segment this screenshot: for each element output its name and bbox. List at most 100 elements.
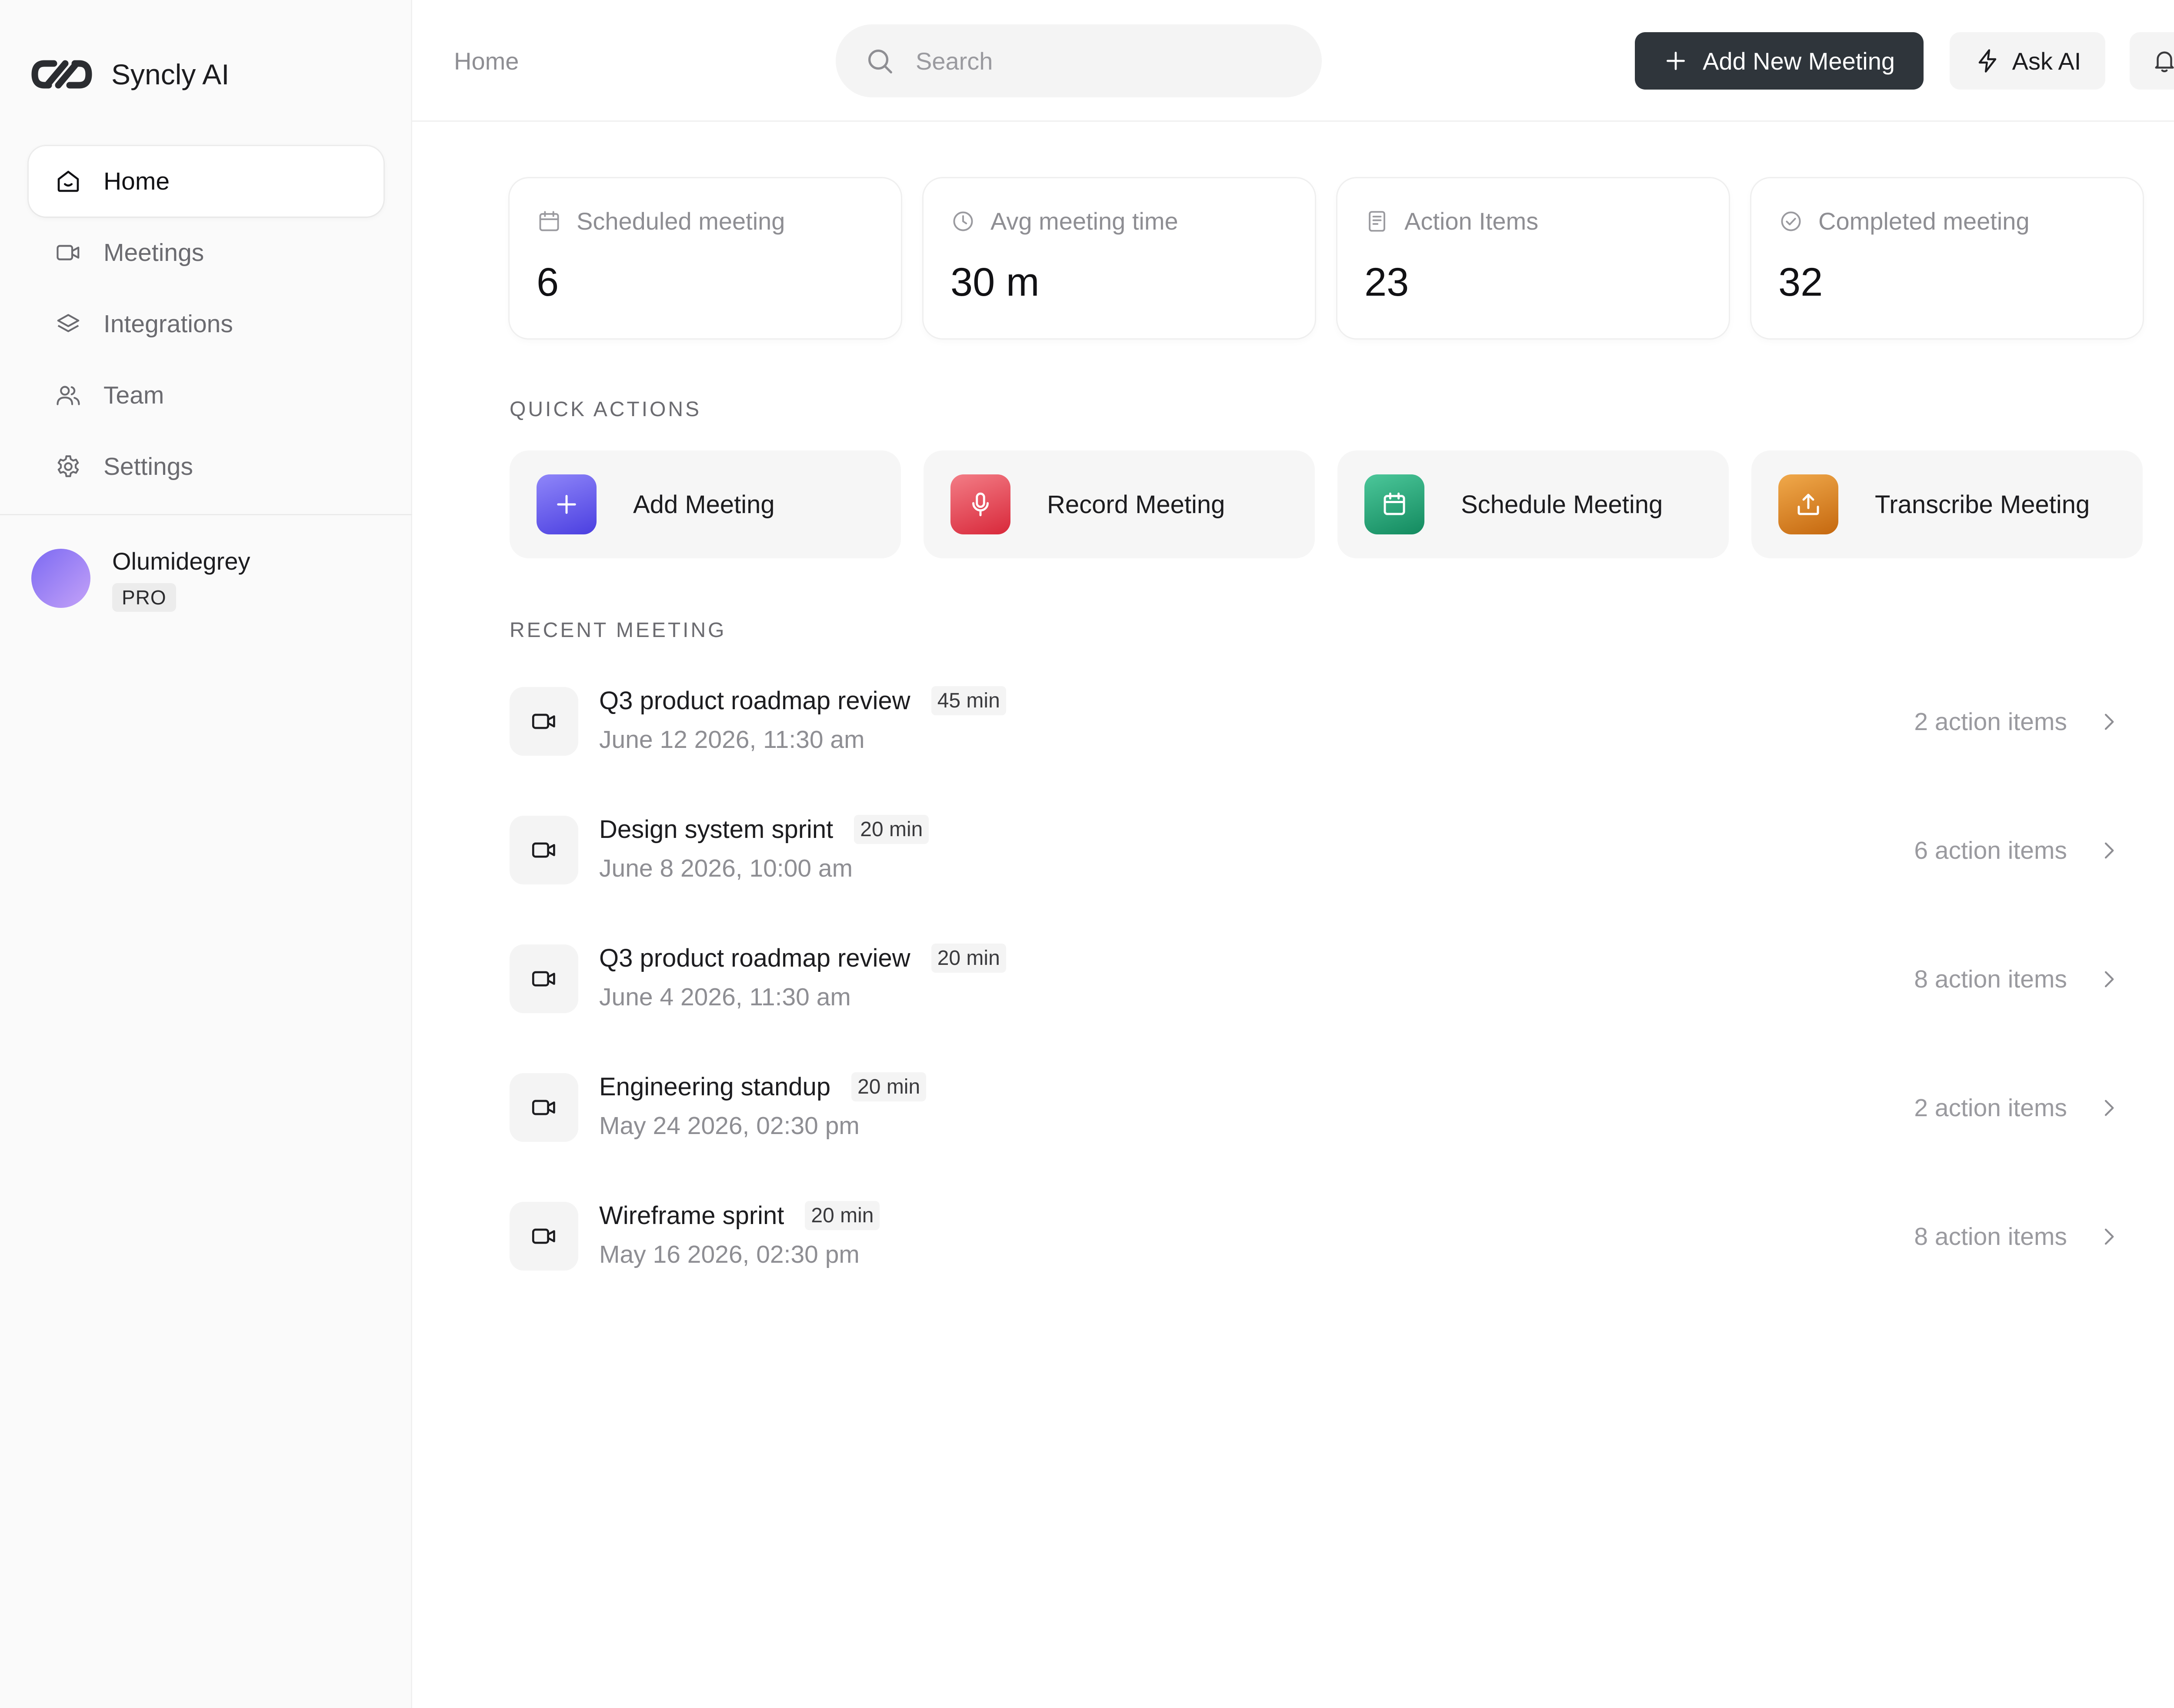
meeting-date: June 4 2026, 11:30 am — [599, 983, 851, 1011]
stat-card-avg-time: Avg meeting time 30 m — [924, 178, 1315, 338]
stat-value: 32 — [1778, 260, 1823, 304]
stat-card-scheduled: Scheduled meeting 6 — [510, 178, 901, 338]
sidebar-item-integrations[interactable]: Integrations — [29, 289, 383, 359]
meeting-date: May 24 2026, 02:30 pm — [599, 1112, 860, 1140]
chevron-right-icon[interactable] — [2097, 710, 2121, 734]
meeting-action-items: 8 action items — [1914, 965, 2067, 993]
quick-action-add-meeting[interactable]: Add Meeting — [510, 450, 901, 558]
avatar[interactable] — [31, 549, 90, 608]
user-profile[interactable]: Olumidegrey PRO — [31, 543, 250, 612]
action-label: Add Meeting — [633, 490, 775, 519]
meeting-title: Engineering standup — [599, 1072, 831, 1101]
brand[interactable]: Syncly AI — [31, 55, 229, 94]
chevron-right-icon[interactable] — [2097, 1096, 2121, 1120]
sidebar-divider — [0, 514, 412, 515]
check-circle-icon — [1781, 211, 1801, 231]
video-icon — [532, 842, 555, 858]
stat-value: 30 m — [950, 260, 1040, 304]
logo-icon — [31, 60, 92, 89]
action-label: Schedule Meeting — [1461, 490, 1663, 519]
meeting-row[interactable]: Engineering standup 20 min May 24 2026, … — [510, 1070, 2121, 1198]
meeting-title: Q3 product roadmap review — [599, 944, 910, 972]
plus-icon — [557, 495, 576, 514]
chevron-right-icon[interactable] — [2097, 838, 2121, 863]
meeting-row[interactable]: Design system sprint 20 min June 8 2026,… — [510, 812, 2121, 941]
meeting-row[interactable]: Q3 product roadmap review 20 min June 4 … — [510, 941, 2121, 1070]
sidebar-item-label: Integrations — [103, 310, 233, 338]
stat-value: 6 — [537, 260, 559, 304]
profile-info: Olumidegrey PRO — [112, 543, 250, 612]
breadcrumb: Home — [454, 47, 519, 75]
notifications-button[interactable] — [2130, 32, 2174, 90]
search-bar[interactable] — [836, 24, 1322, 97]
video-icon — [532, 714, 555, 729]
quick-action-schedule-meeting[interactable]: Schedule Meeting — [1337, 450, 1729, 558]
stats-row: Scheduled meeting 6 Avg meeting time 30 … — [510, 178, 2143, 338]
microphone-icon — [972, 492, 989, 517]
quick-actions-title: QUICK ACTIONS — [510, 398, 702, 421]
chevron-right-icon[interactable] — [2097, 1224, 2121, 1249]
upload-icon — [1797, 494, 1819, 515]
meeting-duration: 45 min — [931, 686, 1006, 715]
sidebar-item-label: Team — [103, 381, 164, 409]
action-icon-tile — [1778, 474, 1838, 534]
sidebar-item-team[interactable]: Team — [29, 360, 383, 430]
meeting-title: Wireframe sprint — [599, 1201, 784, 1230]
stat-label: Scheduled meeting — [577, 207, 785, 235]
users-icon — [57, 386, 80, 405]
meeting-date: May 16 2026, 02:30 pm — [599, 1241, 860, 1268]
sidebar-item-settings[interactable]: Settings — [29, 431, 383, 502]
chevron-right-icon[interactable] — [2097, 967, 2121, 991]
sidebar-item-label: Home — [103, 167, 170, 195]
sidebar: Syncly AI Home Meetings Integrations Tea… — [0, 0, 412, 1708]
sidebar-item-label: Settings — [103, 453, 193, 480]
video-icon — [57, 245, 80, 260]
add-new-meeting-label: Add New Meeting — [1702, 47, 1895, 75]
stat-value: 23 — [1364, 260, 1409, 304]
sidebar-item-home[interactable]: Home — [29, 146, 383, 217]
meeting-duration: 20 min — [854, 814, 929, 844]
gear-icon — [57, 455, 79, 477]
ask-ai-label: Ask AI — [2012, 47, 2081, 75]
meeting-duration: 20 min — [805, 1201, 880, 1230]
home-icon — [57, 170, 79, 192]
meeting-icon-tile — [510, 1073, 578, 1142]
meeting-date: June 12 2026, 11:30 am — [599, 726, 865, 754]
meeting-icon-tile — [510, 687, 578, 756]
recent-meetings-title: RECENT MEETING — [510, 619, 727, 642]
quick-action-record-meeting[interactable]: Record Meeting — [924, 450, 1315, 558]
video-icon — [532, 1228, 555, 1244]
search-input[interactable] — [916, 47, 1264, 75]
brand-name: Syncly AI — [111, 58, 230, 90]
meeting-row[interactable]: Wireframe sprint 20 min May 16 2026, 02:… — [510, 1198, 2121, 1327]
action-icon-tile — [1364, 474, 1424, 534]
sidebar-nav: Home Meetings Integrations Team Settings — [29, 146, 383, 503]
action-icon-tile — [950, 474, 1010, 534]
video-icon — [532, 1100, 555, 1115]
document-icon — [1369, 210, 1385, 232]
video-icon — [532, 971, 555, 987]
action-icon-tile — [537, 474, 597, 534]
sidebar-item-meetings[interactable]: Meetings — [29, 217, 383, 288]
meeting-title: Design system sprint — [599, 815, 834, 844]
ask-ai-button[interactable]: Ask AI — [1950, 32, 2105, 90]
lightning-icon — [1978, 49, 1996, 73]
meeting-row[interactable]: Q3 product roadmap review 45 min June 12… — [510, 684, 2121, 812]
stat-label: Completed meeting — [1818, 207, 2030, 235]
layers-icon — [57, 314, 80, 332]
meeting-duration: 20 min — [931, 943, 1006, 973]
recent-meetings-list: Q3 product roadmap review 45 min June 12… — [510, 684, 2121, 1327]
quick-action-transcribe-meeting[interactable]: Transcribe Meeting — [1751, 450, 2143, 558]
meeting-title: Q3 product roadmap review — [599, 686, 910, 715]
plus-icon — [1666, 52, 1685, 70]
search-icon — [868, 50, 892, 73]
stat-label: Avg meeting time — [990, 207, 1178, 235]
stat-card-action-items: Action Items 23 — [1337, 178, 1729, 338]
meeting-action-items: 2 action items — [1914, 708, 2067, 736]
stat-label: Action Items — [1404, 207, 1539, 235]
action-label: Transcribe Meeting — [1875, 490, 2090, 519]
add-new-meeting-button[interactable]: Add New Meeting — [1635, 32, 1924, 90]
app-root: Syncly AI Home Meetings Integrations Tea… — [0, 0, 2174, 1708]
profile-name: Olumidegrey — [112, 547, 250, 575]
action-label: Record Meeting — [1047, 490, 1225, 519]
